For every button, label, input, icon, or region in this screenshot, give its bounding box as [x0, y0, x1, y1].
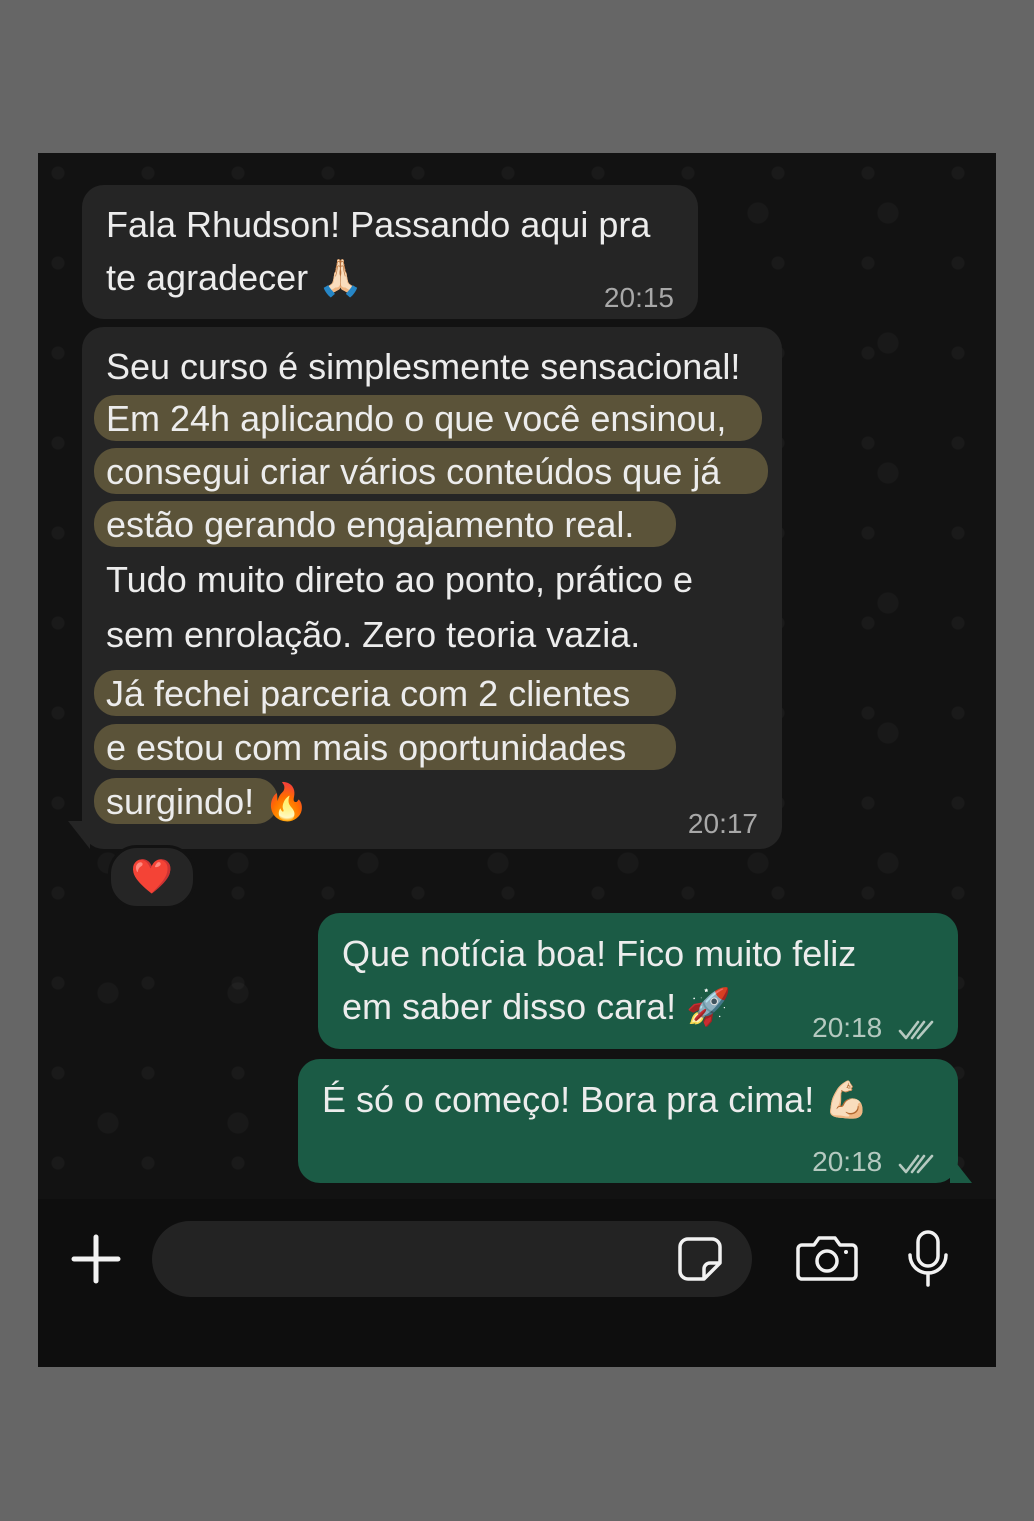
- double-check-icon: [898, 1020, 934, 1039]
- outgoing-message-1[interactable]: Que notícia boa! Fico muito feliz em sab…: [318, 913, 958, 1049]
- message-line: Que notícia boa! Fico muito feliz: [342, 933, 857, 974]
- message-timestamp: 20:18: [812, 1012, 883, 1043]
- sticker-icon[interactable]: [676, 1235, 724, 1283]
- message-timestamp: 20:15: [603, 282, 674, 313]
- message-timestamp: 20:18: [812, 1146, 883, 1177]
- message-line: Em 24h aplicando o que você ensinou,: [106, 398, 727, 439]
- message-line: em saber disso cara! 🚀: [342, 986, 731, 1027]
- message-timestamp: 20:17: [687, 808, 758, 839]
- incoming-message-1[interactable]: Fala Rhudson! Passando aqui pra te agrad…: [82, 185, 698, 319]
- bubble-tail: [950, 1155, 972, 1183]
- message-line: estão gerando engajamento real.: [106, 504, 635, 545]
- outgoing-message-2[interactable]: É só o começo! Bora pra cima! 💪🏻 20:18: [298, 1059, 958, 1183]
- camera-icon[interactable]: [796, 1233, 858, 1281]
- message-line: te agradecer 🙏🏻: [106, 257, 363, 298]
- message-line: surgindo! 🔥: [106, 781, 309, 822]
- chat-area[interactable]: Fala Rhudson! Passando aqui pra te agrad…: [38, 153, 996, 1199]
- message-status: 20:18: [812, 1135, 936, 1188]
- message-line: consegui criar vários conteúdos que já: [106, 451, 721, 492]
- microphone-icon[interactable]: [906, 1229, 950, 1289]
- plus-icon[interactable]: [68, 1231, 124, 1287]
- message-line: e estou com mais oportunidades: [106, 727, 627, 768]
- message-line: sem enrolação. Zero teoria vazia.: [106, 614, 641, 655]
- message-line: É só o começo! Bora pra cima! 💪🏻: [322, 1079, 870, 1120]
- composer-bar: [38, 1199, 996, 1367]
- double-check-icon: [898, 1154, 934, 1173]
- message-line: Já fechei parceria com 2 clientes: [106, 673, 631, 714]
- incoming-message-2[interactable]: Seu curso é simplesmente sensacional! Em…: [82, 327, 782, 849]
- chat-screen: Fala Rhudson! Passando aqui pra te agrad…: [38, 153, 996, 1367]
- bubble-tail: [68, 821, 90, 849]
- heart-reaction[interactable]: ❤️: [108, 845, 196, 909]
- message-line: Tudo muito direto ao ponto, prático e: [106, 559, 694, 600]
- message-line: Seu curso é simplesmente sensacional!: [106, 346, 741, 387]
- message-status: 20:18: [812, 1001, 936, 1054]
- message-line: Fala Rhudson! Passando aqui pra: [106, 204, 651, 245]
- message-input[interactable]: [152, 1221, 752, 1297]
